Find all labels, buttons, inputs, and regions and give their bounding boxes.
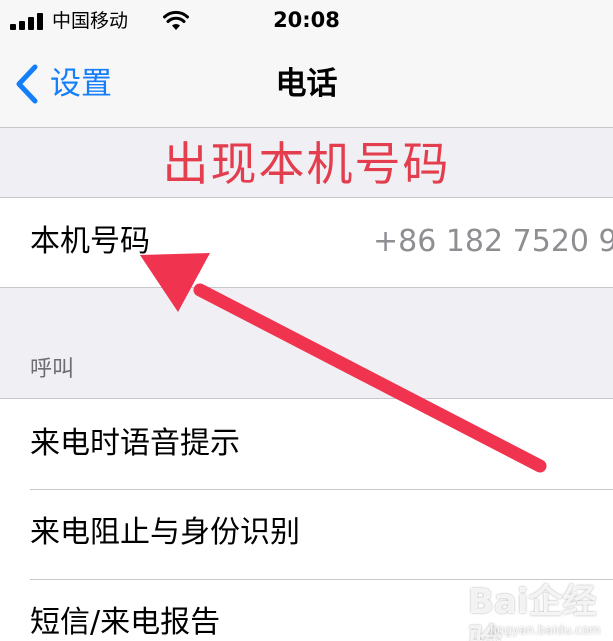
list-item[interactable]: 来电时语音提示 [0,399,613,489]
page-title: 电话 [275,66,338,102]
list-item-label: 来电阻止与身份识别 [30,515,300,550]
status-time: 20:08 [273,8,340,32]
list-item-label: 短信/来电报告 [30,605,221,640]
calls-section-header: 呼叫 [30,357,75,382]
watermark-url: jingyan.baidu.com [490,623,601,637]
my-number-label: 本机号码 [30,224,150,259]
annotation-banner: 出现本机号码 [162,137,451,191]
navigation-bar: 设置 电话 [0,42,613,128]
list-item[interactable]: 来电阻止与身份识别 [0,490,613,579]
annotation-band: 出现本机号码 [0,128,613,198]
list-item-label: 来电时语音提示 [30,426,240,461]
my-number-row[interactable]: 本机号码 +86 182 7520 9 [0,198,613,288]
status-bar: 中国移动 20:08 [0,0,613,42]
phone-settings-screen: 中国移动 20:08 设置 电话 出现本机号码 本机号码 +86 182 752… [0,0,613,641]
my-number-value: +86 182 7520 9 [373,224,613,259]
